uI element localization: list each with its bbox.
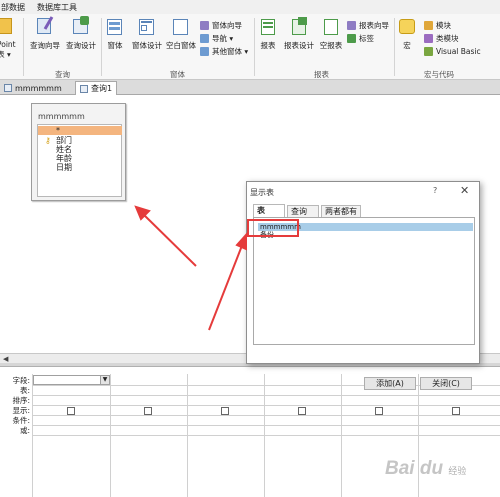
arrow-to-table-item — [208, 242, 244, 331]
annotation-arrows — [134, 205, 247, 331]
arrowhead-table-item — [235, 232, 247, 251]
watermark-main: Bai du — [385, 458, 444, 479]
arrow-to-field-list — [140, 211, 197, 267]
watermark-sub: 经验 — [448, 466, 467, 476]
watermark: Bai du 经验 — [385, 458, 466, 480]
